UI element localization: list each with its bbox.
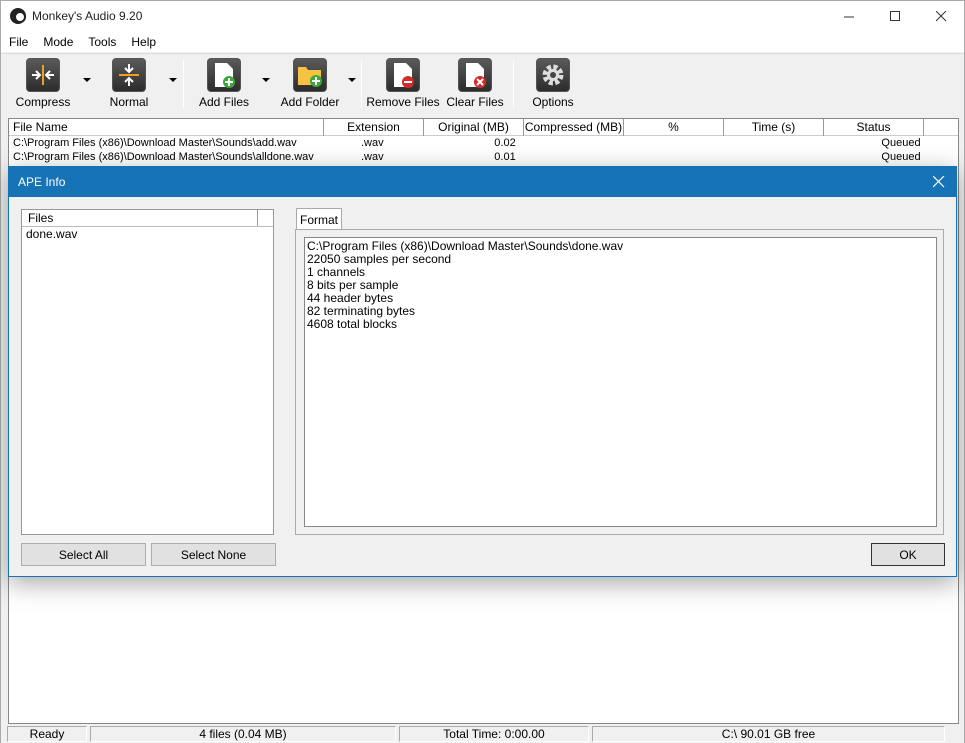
minimize-button[interactable]: [826, 1, 872, 31]
dialog-close-button[interactable]: [922, 167, 956, 197]
normal-label: Normal: [109, 95, 149, 109]
compress-button[interactable]: Compress: [15, 58, 71, 114]
row-file-name: C:\Program Files (x86)\Download Master\S…: [13, 137, 297, 149]
column-time[interactable]: Time (s): [724, 119, 824, 136]
status-file-count: 4 files (0.04 MB): [90, 726, 396, 742]
menu-bar: File Mode Tools Help: [1, 31, 964, 52]
file-list-header: File Name Extension Original (MB) Compre…: [9, 119, 958, 136]
column-file-name[interactable]: File Name: [9, 119, 324, 136]
add-files-label: Add Files: [198, 95, 250, 109]
add-folder-icon: [293, 58, 327, 92]
toolbar-separator: [513, 60, 514, 108]
list-item[interactable]: done.wav: [22, 227, 273, 241]
compress-icon: [26, 58, 60, 92]
files-listbox[interactable]: Files done.wav: [21, 209, 274, 535]
dialog-title: APE Info: [18, 175, 66, 189]
close-icon: [933, 176, 945, 188]
info-line-terminating-bytes: 82 terminating bytes: [307, 304, 416, 318]
close-icon: [935, 10, 946, 21]
add-files-button[interactable]: Add Files: [196, 58, 252, 114]
format-info-text[interactable]: C:\Program Files (x86)\Download Master\S…: [304, 237, 937, 527]
gear-icon: [536, 58, 570, 92]
menu-tools[interactable]: Tools: [80, 35, 123, 49]
clear-files-icon: [458, 58, 492, 92]
remove-files-icon: [386, 58, 420, 92]
status-total-time: Total Time: 0:00.00: [399, 726, 589, 742]
format-tab-panel: C:\Program Files (x86)\Download Master\S…: [295, 229, 944, 535]
options-label: Options: [532, 95, 574, 109]
add-folder-dropdown-arrow[interactable]: [348, 78, 356, 82]
toolbar-separator: [361, 60, 362, 108]
options-button[interactable]: Options: [525, 58, 581, 114]
row-extension: .wav: [361, 151, 384, 163]
status-ready: Ready: [7, 726, 87, 742]
window-title: Monkey's Audio 9.20: [32, 9, 143, 23]
menu-help[interactable]: Help: [123, 35, 163, 49]
select-all-button[interactable]: Select All: [21, 543, 146, 566]
add-files-dropdown-arrow[interactable]: [262, 78, 270, 82]
row-original: 0.01: [494, 151, 516, 163]
row-status: Queued: [881, 151, 921, 163]
row-original: 0.02: [494, 137, 516, 149]
remove-files-label: Remove Files: [366, 95, 440, 109]
ape-info-dialog: APE Info Files done.wav Select All Selec…: [8, 166, 957, 577]
mode-dropdown-arrow[interactable]: [169, 78, 177, 82]
column-compressed[interactable]: Compressed (MB): [524, 119, 624, 136]
files-list-header: Files: [22, 210, 273, 227]
add-files-icon: [207, 58, 241, 92]
column-original[interactable]: Original (MB): [424, 119, 524, 136]
row-status: Queued: [881, 137, 921, 149]
info-line-channels: 1 channels: [307, 265, 366, 279]
table-row[interactable]: C:\Program Files (x86)\Download Master\S…: [9, 150, 958, 164]
monkey-logo-icon: [10, 8, 26, 24]
clear-files-label: Clear Files: [446, 95, 504, 109]
clear-files-button[interactable]: Clear Files: [446, 58, 504, 114]
status-disk-free: C:\ 90.01 GB free: [592, 726, 945, 742]
compress-label: Compress: [15, 95, 71, 109]
menu-file[interactable]: File: [1, 35, 35, 49]
info-line-bits: 8 bits per sample: [307, 278, 399, 292]
toolbar: Compress Normal Add Files Add Folder Rem…: [1, 53, 964, 117]
menu-mode[interactable]: Mode: [35, 35, 80, 49]
column-extension[interactable]: Extension: [324, 119, 424, 136]
maximize-icon: [889, 10, 900, 21]
status-bar: Ready 4 files (0.04 MB) Total Time: 0:00…: [1, 725, 964, 743]
dialog-title-bar: APE Info: [9, 167, 956, 197]
ok-button[interactable]: OK: [871, 543, 945, 566]
normal-button[interactable]: Normal: [101, 58, 157, 114]
minimize-icon: [843, 16, 854, 17]
row-file-name: C:\Program Files (x86)\Download Master\S…: [13, 151, 314, 163]
remove-files-button[interactable]: Remove Files: [366, 58, 440, 114]
row-extension: .wav: [361, 137, 384, 149]
toolbar-separator: [183, 60, 184, 108]
tab-format[interactable]: Format: [296, 208, 342, 230]
close-button[interactable]: [918, 1, 964, 31]
select-none-button[interactable]: Select None: [151, 543, 276, 566]
window-controls: [826, 1, 964, 31]
row-compressed: [549, 150, 849, 164]
column-percent[interactable]: %: [624, 119, 724, 136]
add-folder-button[interactable]: Add Folder: [281, 58, 339, 114]
info-line-sample-rate: 22050 samples per second: [307, 252, 452, 266]
files-column-header[interactable]: Files: [22, 210, 258, 226]
compression-level-icon: [112, 58, 146, 92]
column-status[interactable]: Status: [824, 119, 924, 136]
table-row[interactable]: C:\Program Files (x86)\Download Master\S…: [9, 136, 958, 150]
compress-dropdown-arrow[interactable]: [83, 78, 91, 82]
title-bar: Monkey's Audio 9.20: [1, 1, 964, 31]
maximize-button[interactable]: [872, 1, 918, 31]
row-compressed: [549, 136, 849, 150]
info-line-total-blocks: 4608 total blocks: [307, 317, 398, 331]
add-folder-label: Add Folder: [280, 95, 340, 109]
